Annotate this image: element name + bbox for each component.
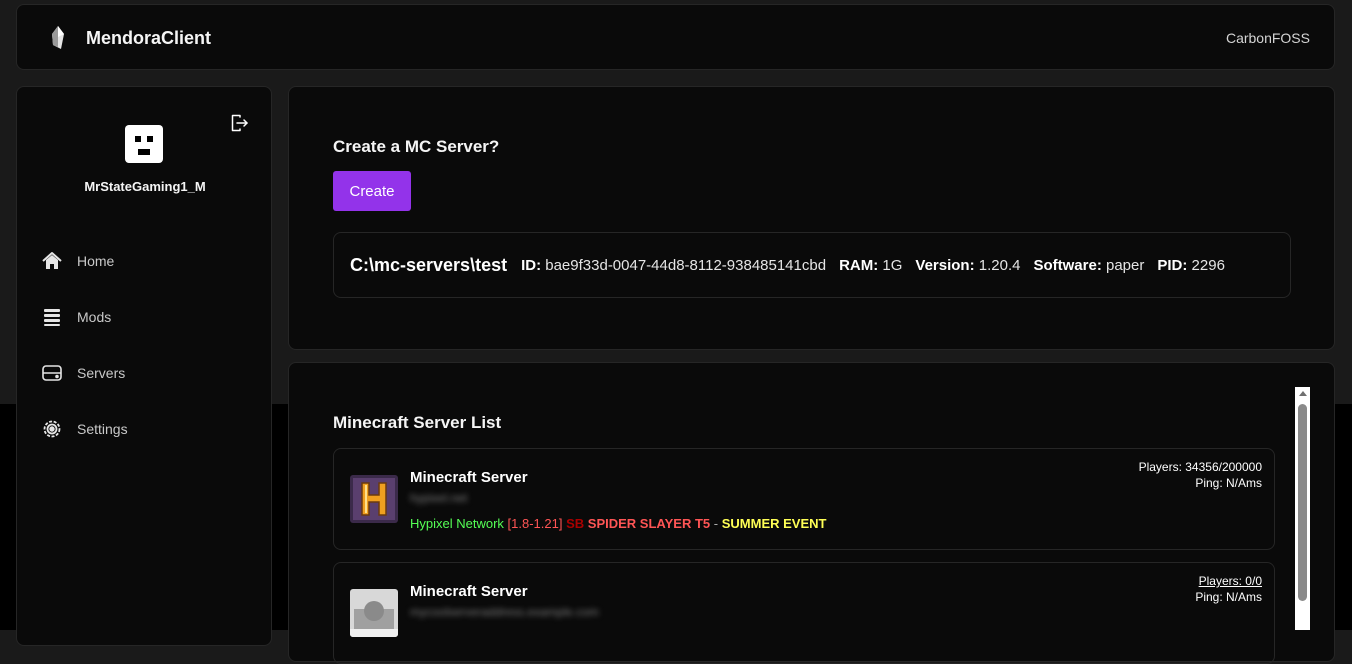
server-version: Version: 1.20.4 [915,256,1021,274]
server-list-item[interactable]: Minecraft Server mycoolserveraddress.exa… [333,562,1275,664]
server-address: mycoolserveraddress.example.com [410,605,599,619]
ping-value: Ping: N/Ams [1195,476,1262,490]
username: MrStateGaming1_M [84,179,206,194]
server-motd: Hypixel Network [1.8-1.21] SB SPIDER SLA… [410,516,827,531]
server-list-title: Minecraft Server List [333,413,502,432]
server-list-item[interactable]: Minecraft Server hypixel.net Hypixel Net… [333,448,1275,550]
logout-icon[interactable] [229,113,249,133]
hypixel-server-icon [350,475,398,523]
local-server-card[interactable]: C:\mc-servers\test ID: bae9f33d-0047-44d… [333,232,1291,298]
sidebar-item-settings[interactable]: Settings [41,417,251,441]
server-name: Minecraft Server [410,469,528,486]
scroll-thumb[interactable] [1298,404,1307,601]
server-ram: RAM: 1G [839,256,903,274]
server-player-info: Players: 0/0 Ping: N/Ams [1195,573,1262,605]
sidebar-item-label: Servers [77,365,126,381]
server-list-panel: Minecraft Server List Minecraft Server h… [288,362,1335,664]
sidebar-item-servers[interactable]: Servers [41,361,251,385]
server-name: Minecraft Server [410,583,528,600]
scroll-up-arrow-icon[interactable] [1299,391,1307,396]
mods-icon [41,306,63,328]
server-pid: PID: 2296 [1157,256,1225,274]
server-address: hypixel.net [410,491,468,505]
server-path: C:\mc-servers\test [350,254,508,275]
sidebar-nav: Home Mods Servers Settings [41,249,251,473]
home-icon [41,250,63,272]
sidebar-item-label: Home [77,253,115,269]
sidebar-item-mods[interactable]: Mods [41,305,251,329]
player-count: Players: 34356/200000 [1138,460,1262,474]
sidebar-item-label: Mods [77,309,112,325]
avatar [125,125,163,163]
sidebar-item-home[interactable]: Home [41,249,251,273]
header-user-label[interactable]: CarbonFOSS [1226,30,1310,46]
create-button[interactable]: Create [333,171,411,211]
player-count: Players: 0/0 [1198,574,1262,588]
servers-icon [41,362,63,384]
server-software: Software: paper [1033,256,1145,274]
settings-icon [41,418,63,440]
server-id: ID: bae9f33d-0047-44d8-8112-938485141cbd [521,256,827,274]
sidebar: MrStateGaming1_M Home Mods Servers Setti… [16,86,272,646]
ping-value: Ping: N/Ams [1195,590,1262,604]
sidebar-item-label: Settings [77,421,128,437]
app-title: MendoraClient [86,28,212,48]
server-list-scrollbar[interactable] [1295,387,1310,630]
create-server-title: Create a MC Server? [333,137,500,156]
create-server-panel: Create a MC Server? Create C:\mc-servers… [288,86,1335,350]
server-player-info: Players: 34356/200000 Ping: N/Ams [1139,459,1262,491]
crystal-logo-icon [52,26,64,49]
top-header: MendoraClient CarbonFOSS [16,4,1335,70]
